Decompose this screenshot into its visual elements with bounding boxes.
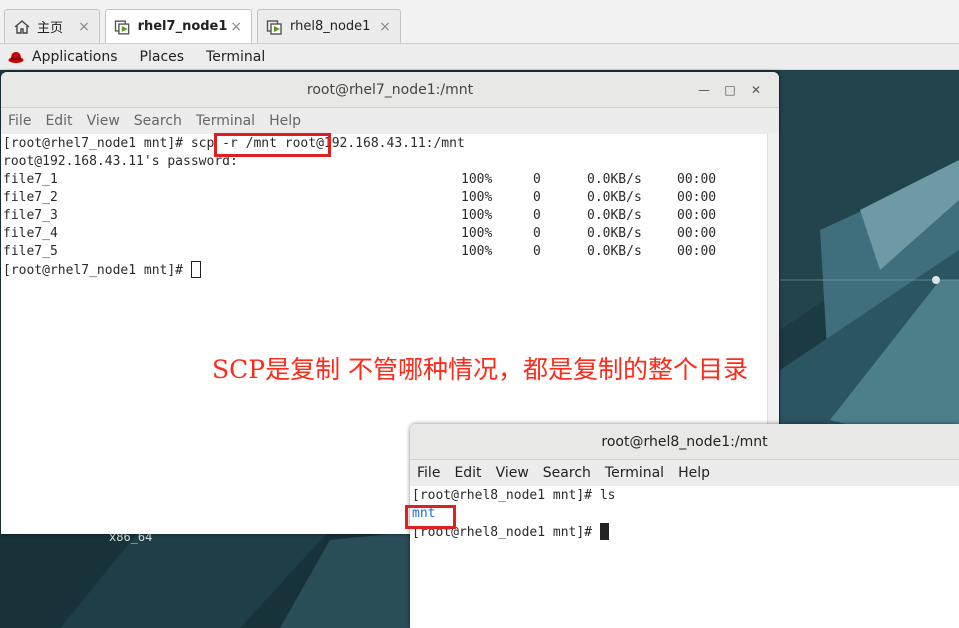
top-panel: Applications Places Terminal <box>0 44 959 70</box>
transfer-row: file7_5 100% 0 0.0KB/s 00:00 <box>3 244 717 259</box>
window-title: root@rhel8_node1:/mnt <box>601 434 768 450</box>
terminal-cursor <box>190 261 201 278</box>
terminal-output[interactable]: [root@rhel7_node1 mnt]# scp -r /mnt root… <box>1 134 779 279</box>
terminal-menu[interactable]: Terminal <box>206 49 265 65</box>
terminal-menubar: File Edit View Search Terminal Help <box>1 108 779 134</box>
terminal-line-ls: [root@rhel8_node1 mnt]# ls <box>412 488 616 503</box>
tab-label: 主页 <box>37 21 64 36</box>
menu-edit[interactable]: Edit <box>454 465 481 481</box>
terminal-window-rhel8[interactable]: root@rhel8_node1:/mnt File Edit View Sea… <box>410 424 959 628</box>
terminal-line-prompt: [root@rhel8_node1 mnt]# <box>412 523 959 541</box>
close-icon[interactable]: ✕ <box>743 72 769 108</box>
menu-view[interactable]: View <box>496 465 529 481</box>
highlight-box-scp-command <box>214 133 331 157</box>
minimize-icon[interactable]: — <box>691 72 717 108</box>
terminal-cursor <box>599 523 609 540</box>
menu-search[interactable]: Search <box>543 465 591 481</box>
transfer-row: file7_4 100% 0 0.0KB/s 00:00 <box>3 226 717 241</box>
transfer-row: file7_3 100% 0 0.0KB/s 00:00 <box>3 208 717 223</box>
applications-menu[interactable]: Applications <box>32 49 118 65</box>
highlight-box-mnt <box>405 505 456 529</box>
host-tab-bar: 主页 × rhel7_node1 × rhel8_node1 × <box>0 0 959 44</box>
close-icon[interactable]: × <box>227 19 245 35</box>
redhat-icon <box>8 51 24 63</box>
window-titlebar[interactable]: root@rhel7_node1:/mnt — □ ✕ <box>1 72 779 108</box>
tab-rhel8-node1[interactable]: rhel8_node1 × <box>257 9 401 43</box>
terminal-menubar: File Edit View Search Terminal Help <box>410 460 959 486</box>
window-title: root@rhel7_node1:/mnt <box>306 82 474 98</box>
transfer-row: file7_1 100% 0 0.0KB/s 00:00 <box>3 172 717 187</box>
maximize-icon[interactable]: □ <box>717 72 743 108</box>
transfer-row: file7_2 100% 0 0.0KB/s 00:00 <box>3 190 717 205</box>
menu-edit[interactable]: Edit <box>45 113 72 129</box>
tab-label: rhel8_node1 <box>290 19 371 34</box>
menu-help[interactable]: Help <box>678 465 710 481</box>
directory-entry-mnt: mnt <box>412 506 436 521</box>
home-icon <box>14 19 30 34</box>
terminal-line-prompt: [root@rhel7_node1 mnt]# <box>3 261 779 279</box>
places-menu[interactable]: Places <box>140 49 185 65</box>
tab-label: rhel7_node1 <box>137 19 228 34</box>
vm-icon <box>266 19 282 35</box>
menu-help[interactable]: Help <box>269 113 301 129</box>
vm-icon <box>114 19 130 35</box>
menu-terminal[interactable]: Terminal <box>605 465 664 481</box>
menu-file[interactable]: File <box>8 113 31 129</box>
annotation-caption: SCP是复制 不管哪种情况，都是复制的整个目录 <box>212 355 749 384</box>
menu-file[interactable]: File <box>417 465 440 481</box>
terminal-line-command: [root@rhel7_node1 mnt]# scp -r /mnt root… <box>3 136 465 151</box>
menu-search[interactable]: Search <box>134 113 182 129</box>
terminal-output[interactable]: [root@rhel8_node1 mnt]# ls mnt [root@rhe… <box>410 486 959 541</box>
terminal-line-password: root@192.168.43.11's password: <box>3 154 238 169</box>
menu-view[interactable]: View <box>87 113 120 129</box>
close-icon[interactable]: × <box>75 19 93 35</box>
close-icon[interactable]: × <box>376 19 394 35</box>
window-titlebar[interactable]: root@rhel8_node1:/mnt <box>410 424 959 460</box>
menu-terminal[interactable]: Terminal <box>196 113 255 129</box>
tab-rhel7-node1[interactable]: rhel7_node1 × <box>105 9 252 43</box>
tab-home[interactable]: 主页 × <box>4 9 100 43</box>
